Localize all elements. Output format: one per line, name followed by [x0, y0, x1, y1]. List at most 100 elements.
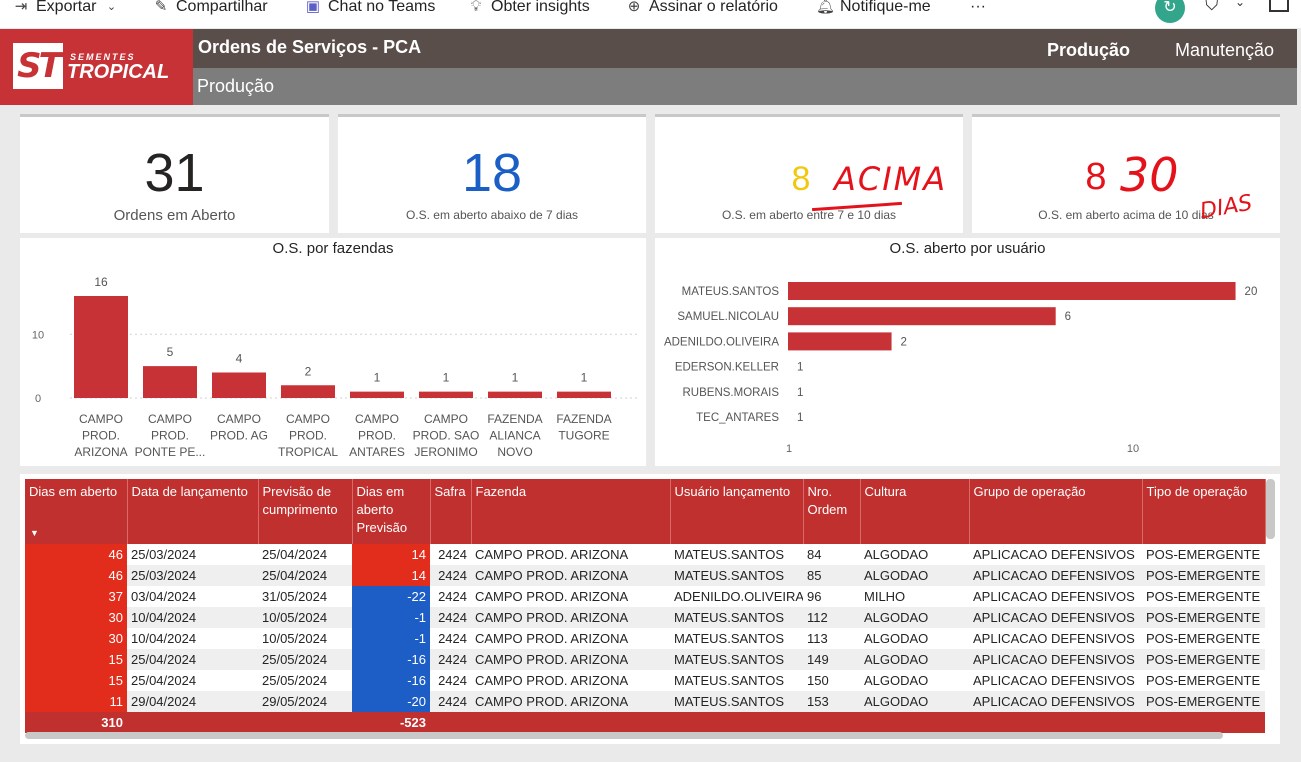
table-cell: 14 [352, 565, 430, 586]
data-label: 1 [797, 387, 803, 399]
table-row[interactable]: 15 25/04/2024 25/05/2024 -16 2424 CAMPO PROD.… [25, 649, 1265, 670]
table-cell: APLICACAO DEFENSIVOS [969, 649, 1142, 670]
table-row[interactable]: 11 29/04/2024 29/05/2024 -20 2424 CAMPO PROD.… [25, 691, 1265, 712]
refresh-icon[interactable]: ↻ [1155, 0, 1185, 23]
column-header[interactable]: Data de lançamento [127, 479, 259, 544]
x-tick-label: TUGORE [558, 429, 609, 443]
column-header[interactable]: Grupo de operação [969, 479, 1143, 544]
column-header-label: Grupo de operação [973, 484, 1086, 499]
kpi-value: 31 [144, 143, 205, 203]
data-label: 1 [512, 371, 519, 385]
total-cell [471, 712, 670, 733]
column-header[interactable]: Usuário lançamento [670, 479, 804, 544]
kpi-card-below-7-days[interactable]: 18 O.S. em aberto abaixo de 7 dias [338, 114, 646, 233]
x-tick-label: CAMPO [79, 412, 123, 426]
sort-desc-icon[interactable]: ▼ [30, 524, 39, 542]
header-subtitle-bar: Produção [193, 68, 1297, 105]
table-cell: APLICACAO DEFENSIVOS [969, 691, 1142, 712]
table-cell: CAMPO PROD. ARIZONA [475, 547, 629, 562]
column-header[interactable]: Fazenda [471, 479, 671, 544]
y-tick-label: EDERSON.KELLER [675, 362, 779, 374]
table-row[interactable]: 30 10/04/2024 10/05/2024 -1 2424 CAMPO PROD. … [25, 607, 1265, 628]
table-cell: APLICACAO DEFENSIVOS [973, 589, 1135, 604]
chart-os-por-fazendas[interactable]: O.S. por fazendas 0 10 16 CAMPO PROD. ARIZONA… [20, 238, 646, 466]
table-cell: CAMPO PROD. ARIZONA [475, 589, 629, 604]
table-cell: 25/04/2024 [258, 565, 352, 586]
teams-chat-button[interactable]: ▣ Chat no Teams [304, 0, 435, 18]
table-row[interactable]: 46 25/03/2024 25/04/2024 14 2424 CAMPO PROD. … [25, 565, 1265, 586]
bookmark-icon[interactable]: ⛉ [1205, 0, 1219, 15]
kpi-card-open-orders[interactable]: 31 Ordens em Aberto [20, 114, 329, 233]
bar [281, 385, 335, 398]
table-cell: 30 [25, 628, 127, 649]
subscribe-button[interactable]: ⊕ Assinar o relatório [625, 0, 778, 18]
bar [419, 391, 473, 398]
table-row[interactable]: 46 25/03/2024 25/04/2024 14 2424 CAMPO PROD. … [25, 544, 1265, 565]
table-cell: -1 [352, 628, 430, 649]
nav-producao[interactable]: Produção [1047, 40, 1130, 61]
x-tick-label: ARIZONA [74, 445, 127, 459]
nav-manutencao[interactable]: Manutenção [1175, 40, 1274, 61]
notify-label: Notifique-me [840, 0, 931, 15]
x-tick-label: PROD. [151, 429, 189, 443]
table-cell: POS-EMERGENTE [1142, 607, 1265, 628]
more-options-button[interactable]: ··· [970, 0, 986, 18]
table-cell: POS-EMERGENTE [1146, 547, 1261, 562]
data-label: 6 [1065, 311, 1071, 323]
column-header[interactable]: Cultura [860, 479, 970, 544]
data-label: 2 [901, 336, 907, 348]
column-header-label: Usuário lançamento [674, 484, 791, 499]
column-header[interactable]: Safra [430, 479, 472, 544]
table-cell: CAMPO PROD. ARIZONA [471, 691, 670, 712]
handwritten-thirty: 30 [1120, 148, 1179, 202]
column-header[interactable]: Tipo de operação [1142, 479, 1266, 544]
fullscreen-icon[interactable] [1269, 0, 1289, 12]
x-tick-label: PONTE PE... [135, 445, 206, 459]
chart-os-por-usuario[interactable]: O.S. aberto por usuário 1 10 MATEUS.SANTOS… [655, 238, 1280, 466]
share-button[interactable]: ✎ Compartilhar [152, 0, 268, 18]
y-tick-label: TEC_ANTARES [696, 412, 779, 424]
bar [488, 391, 542, 398]
table-row[interactable]: 37 03/04/2024 31/05/2024 -22 2424 CAMPO PROD.… [25, 586, 1265, 607]
table-cell: 2424 [430, 649, 471, 670]
fazendas-bar-chart: 0 10 16 CAMPO PROD. ARIZONA 5 CAMPO PROD. PONTE P… [32, 275, 640, 459]
table-cell: 2424 [430, 691, 471, 712]
x-tick-label: PROD. SAO [413, 429, 480, 443]
vertical-scrollbar[interactable] [1266, 479, 1275, 539]
y-tick-label: SAMUEL.NICOLAU [677, 311, 779, 323]
data-label: 4 [236, 352, 243, 366]
table-row[interactable]: 30 10/04/2024 10/05/2024 -1 2424 CAMPO PROD. … [25, 628, 1265, 649]
table-cell: 2424 [430, 607, 471, 628]
column-header[interactable]: Nro. Ordem [803, 479, 861, 544]
table-row[interactable]: 15 25/04/2024 25/05/2024 -16 2424 CAMPO PROD.… [25, 670, 1265, 691]
data-label: 1 [581, 371, 588, 385]
bookmark-chevron-icon[interactable]: ⌄ [1235, 0, 1245, 9]
table-cell: MATEUS.SANTOS [670, 607, 803, 628]
table-cell: ALGODAO [864, 673, 929, 688]
table-cell: 37 [25, 586, 127, 607]
insights-button[interactable]: 💡︎ Obter insights [467, 0, 590, 18]
table-cell: MATEUS.SANTOS [670, 565, 803, 586]
total-cell [670, 712, 803, 733]
bar [788, 332, 892, 351]
bar [350, 391, 404, 398]
notify-button[interactable]: 🔔︎ Notifique-me [816, 0, 931, 18]
table-cell: 25/05/2024 [258, 649, 352, 670]
y-tick-label: RUBENS.MORAIS [683, 387, 780, 399]
x-tick-label: FAZENDA [556, 412, 611, 426]
column-header[interactable]: Dias em aberto ▼ [25, 479, 128, 544]
column-header[interactable]: Previsão de cumprimento [258, 479, 353, 544]
orders-table-visual[interactable]: Dias em aberto ▼ Data de lançamento Previsã… [20, 474, 1280, 744]
export-button[interactable]: ⇥ Exportar ⌄ [12, 0, 120, 18]
share-label: Compartilhar [176, 0, 268, 15]
table-cell: 10/04/2024 [127, 607, 258, 628]
x-tick-label: NOVO [497, 445, 532, 459]
horizontal-scrollbar[interactable] [25, 732, 1223, 739]
table-cell: -20 [352, 691, 430, 712]
column-header-label: Nro. Ordem [807, 484, 848, 517]
report-header: ST SEMENTES TROPICAL Ordens de Serviços … [0, 29, 1297, 105]
bar [74, 296, 128, 398]
column-header[interactable]: Dias em aberto Previsão [352, 479, 431, 544]
lightbulb-icon: 💡︎ [470, 0, 482, 15]
table-cell: CAMPO PROD. ARIZONA [475, 631, 629, 646]
